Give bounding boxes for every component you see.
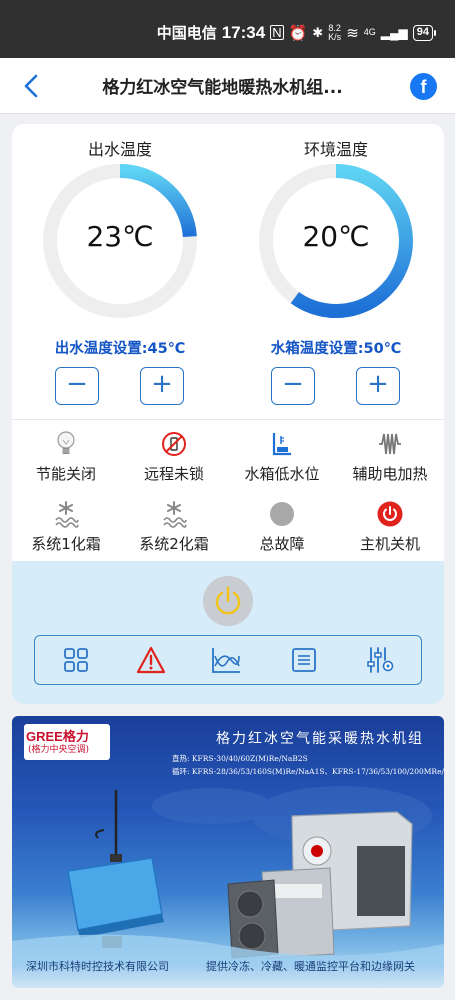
signal-icon: 4G	[363, 27, 376, 37]
banner-company: 深圳市科特时控技术有限公司	[26, 960, 169, 973]
remote-lock-off-icon	[162, 432, 186, 456]
back-arrow-icon[interactable]	[18, 72, 46, 100]
grid-icon[interactable]	[61, 646, 91, 674]
logo-subtext: (格力中央空调)	[28, 742, 90, 755]
status-remote-lock: 远程未锁	[120, 424, 228, 486]
warning-icon[interactable]	[136, 646, 166, 674]
status-energy-saving: 节能关闭	[12, 424, 120, 486]
divider	[12, 419, 444, 420]
gauge-title: 环境温度	[303, 140, 368, 159]
product-illustration	[12, 786, 444, 966]
net-speed: 8.2 K/s	[328, 22, 342, 42]
status-label: 系统1化霜	[31, 535, 101, 553]
status-water-level: 水箱低水位	[228, 424, 336, 486]
control-area	[12, 561, 444, 704]
power-off-icon	[377, 501, 403, 527]
alarm-icon: ⏰	[288, 24, 308, 42]
increase-button[interactable]: +	[140, 367, 184, 405]
page-title: 格力红冰空气能地暖热水机组...	[102, 78, 343, 98]
clock: 17:34	[221, 22, 266, 42]
light-bulb-icon	[57, 431, 75, 454]
function-toolbar	[34, 635, 422, 685]
carrier-name: 中国电信	[156, 25, 217, 42]
gauge-value: 23℃	[86, 220, 154, 253]
status-label: 主机关机	[359, 535, 420, 553]
banner-title: 格力红冰空气能采暖热水机组	[216, 731, 424, 747]
increase-button[interactable]: +	[356, 367, 400, 405]
defrost-icon	[163, 501, 187, 528]
settings-sliders-icon[interactable]	[365, 646, 395, 674]
status-label: 辅助电加热	[352, 465, 428, 483]
status-label: 总故障	[259, 535, 305, 553]
decrease-button[interactable]: −	[271, 367, 315, 405]
product-banner[interactable]: GREE格力 (格力中央空调) 格力红冰空气能采暖热水机组 直热: KFRS-3…	[12, 716, 444, 988]
status-aux-heater: 辅助电加热	[336, 424, 444, 486]
status-label: 系统2化霜	[139, 535, 209, 553]
gauge-title: 出水温度	[87, 140, 152, 159]
status-defrost-2: 系统2化霜	[120, 494, 228, 556]
bluetooth-icon: ✱	[312, 24, 324, 40]
list-icon[interactable]	[289, 646, 319, 674]
status-label: 水箱低水位	[244, 465, 320, 483]
status-general-fault: 总故障	[228, 494, 336, 556]
device-panel: 出水温度 23℃ 出水温度设置:45℃ − + 环境温度 20℃ 水箱温度设置:…	[12, 124, 444, 704]
defrost-icon	[55, 501, 79, 528]
status-bar: 中国电信 17:34 N ⏰ ✱ 8.2 K/s ≋ 4G ▂▄▆ 94	[0, 0, 455, 58]
gauge-value: 20℃	[302, 220, 370, 253]
outlet-temp-gauge: 出水温度 23℃ 出水温度设置:45℃ − +	[12, 124, 228, 416]
status-main-unit-off: 主机关机	[336, 494, 444, 556]
facebook-icon[interactable]: f	[410, 73, 437, 100]
battery-icon: 94	[412, 24, 437, 41]
power-button[interactable]	[203, 576, 253, 626]
banner-models-direct: 直热: KFRS-30/40/60Z(M)Re/NaB2S	[172, 754, 308, 763]
ambient-temp-gauge: 环境温度 20℃ 水箱温度设置:50℃ − +	[228, 124, 444, 416]
setpoint-label: 出水温度设置:45℃	[54, 341, 186, 357]
app-header: 格力红冰空气能地暖热水机组... f	[0, 58, 455, 114]
status-indicators: 节能关闭 远程未锁 水箱低水位 辅助电加热 系统1化霜 系统2化霜 总故障 主机…	[12, 424, 444, 556]
fault-indicator-icon	[270, 502, 294, 526]
wifi-icon: ≋	[346, 24, 359, 42]
setpoint-label: 水箱温度设置:50℃	[270, 341, 402, 357]
decrease-button[interactable]: −	[55, 367, 99, 405]
signal-bars-icon: ▂▄▆	[380, 25, 408, 40]
banner-services: 提供冷冻、冷藏、暖通监控平台和边缘网关	[206, 960, 415, 973]
status-label: 节能关闭	[35, 465, 96, 483]
status-defrost-1: 系统1化霜	[12, 494, 120, 556]
chart-icon[interactable]	[211, 646, 241, 674]
nfc-icon: N	[270, 25, 284, 40]
status-label: 远程未锁	[143, 465, 204, 483]
electric-heater-icon	[379, 433, 401, 455]
water-level-icon	[272, 433, 291, 456]
power-icon	[215, 586, 241, 615]
